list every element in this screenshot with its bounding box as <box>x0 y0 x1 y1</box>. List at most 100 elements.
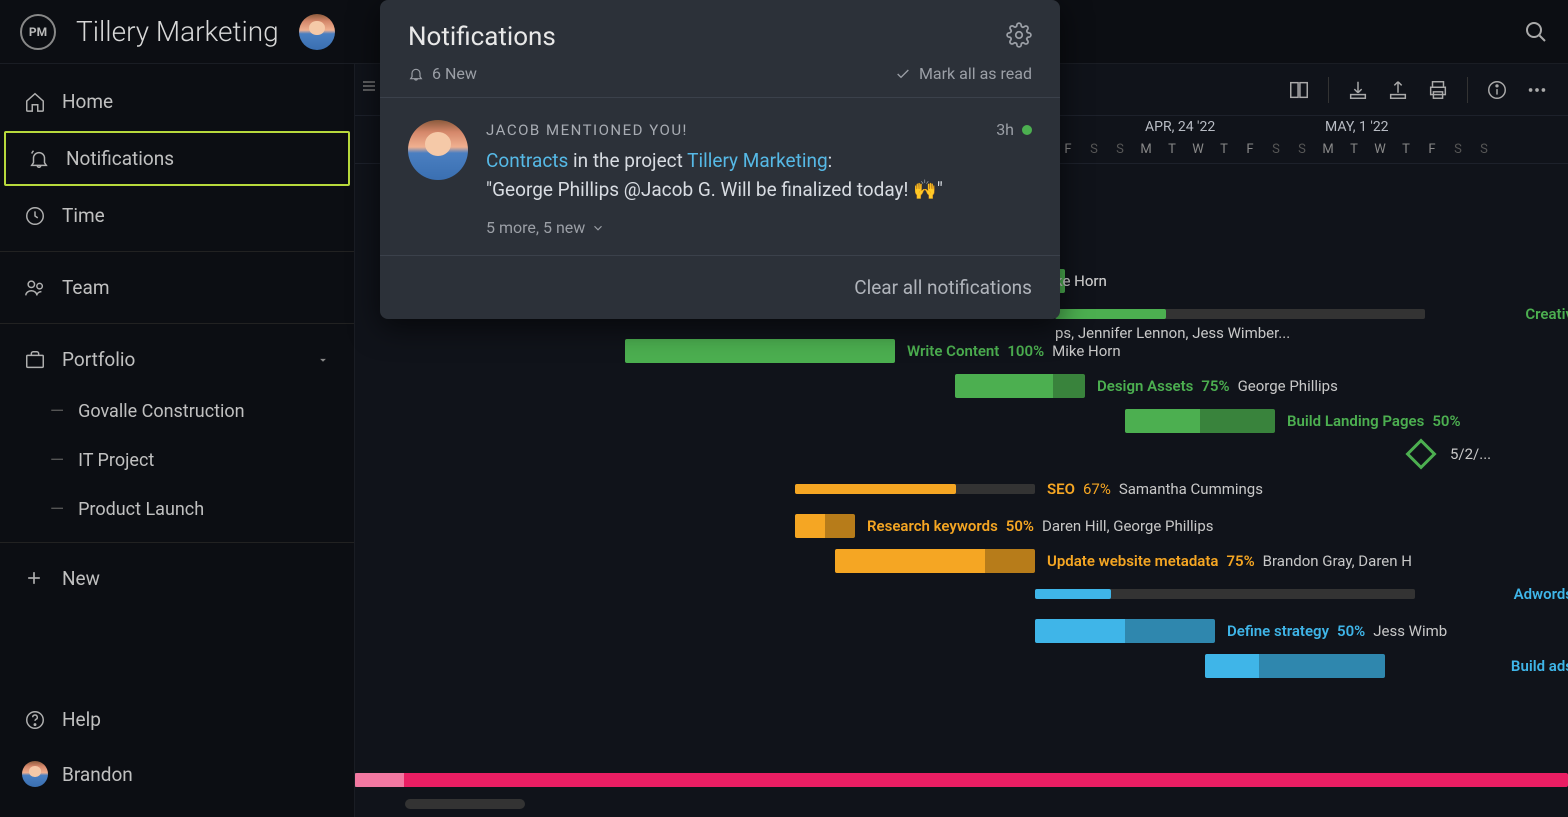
day-label: F <box>1237 142 1263 157</box>
day-label: T <box>1211 142 1237 157</box>
task-label: Update website metadata 75% Brandon Gray… <box>1047 552 1412 570</box>
nav-label: Notifications <box>66 147 174 170</box>
export-icon[interactable] <box>1387 79 1409 101</box>
summary-bar[interactable] <box>795 484 1035 494</box>
app-logo[interactable]: PM <box>20 14 56 50</box>
mark-all-read-button[interactable]: Mark all as read <box>895 64 1032 83</box>
gantt-row: Write Content 100% Mike Horn <box>355 334 1568 368</box>
task-bar[interactable] <box>835 549 1035 573</box>
summary-bar[interactable] <box>1035 589 1415 599</box>
workspace-title[interactable]: Tillery Marketing <box>76 15 279 48</box>
day-label: S <box>1081 142 1107 157</box>
day-label: S <box>1445 142 1471 157</box>
gantt-row: Adwords <box>355 579 1568 613</box>
notif-time: 3h <box>996 120 1014 139</box>
assignee-label: ke Horn <box>1055 272 1107 290</box>
horizontal-scrollbar[interactable] <box>405 799 525 809</box>
nav-help[interactable]: Help <box>0 692 354 747</box>
user-avatar[interactable] <box>299 14 335 50</box>
task-bar[interactable] <box>1125 409 1275 433</box>
day-label: M <box>1315 142 1341 157</box>
task-label: Build Landing Pages 50% <box>1287 412 1461 430</box>
assignee-label: ps, Jennifer Lennon, Jess Wimber... <box>1055 324 1290 342</box>
notif-link-task[interactable]: Contracts <box>486 149 568 172</box>
search-icon[interactable] <box>1524 20 1548 44</box>
nav-label: Team <box>62 276 110 299</box>
day-label: F <box>1419 142 1445 157</box>
info-icon[interactable] <box>1486 79 1508 101</box>
briefcase-icon <box>24 349 46 371</box>
import-icon[interactable] <box>1347 79 1369 101</box>
divider <box>1467 77 1468 103</box>
gantt-row: Define strategy 50% Jess Wimb <box>355 614 1568 648</box>
gantt-row: Design Assets 75% George Phillips <box>355 369 1568 403</box>
notif-link-project[interactable]: Tillery Marketing <box>687 149 827 172</box>
day-label: S <box>1471 142 1497 157</box>
user-name: Brandon <box>62 763 133 786</box>
nav-team[interactable]: Team <box>0 260 354 315</box>
home-icon <box>24 91 46 113</box>
chevron-down-icon <box>316 353 330 367</box>
nav-label: Portfolio <box>62 348 135 371</box>
task-label-clipped: Build ads <box>1511 657 1568 675</box>
nav-label: New <box>62 567 100 590</box>
portfolio-item-launch[interactable]: — Product Launch <box>0 485 354 534</box>
divider <box>0 323 354 324</box>
task-bar[interactable] <box>955 374 1085 398</box>
nav-notifications[interactable]: Notifications <box>4 131 350 186</box>
task-bar[interactable] <box>1205 654 1385 678</box>
print-icon[interactable] <box>1427 79 1449 101</box>
day-label: S <box>1263 142 1289 157</box>
plus-icon <box>24 568 46 590</box>
nav-label: Help <box>62 708 101 731</box>
unread-indicator <box>1022 125 1032 135</box>
bell-icon <box>28 148 50 170</box>
columns-icon[interactable] <box>1288 79 1310 101</box>
project-progress-bar[interactable] <box>355 773 1568 787</box>
task-label: Define strategy 50% Jess Wimb <box>1227 622 1447 640</box>
sub-item-label: Govalle Construction <box>78 401 245 422</box>
gantt-row: Build Landing Pages 50% <box>355 404 1568 438</box>
summary-bar[interactable] <box>1055 309 1425 319</box>
nav-label: Home <box>62 90 113 113</box>
portfolio-item-it[interactable]: — IT Project <box>0 436 354 485</box>
nav-new[interactable]: New <box>0 551 354 606</box>
notif-more-toggle[interactable]: 5 more, 5 new <box>486 218 1032 237</box>
milestone[interactable] <box>1405 438 1436 469</box>
task-label: Write Content 100% Mike Horn <box>907 342 1121 360</box>
notification-item[interactable]: JACOB MENTIONED YOU! 3h Contracts in the… <box>380 98 1060 256</box>
gear-icon[interactable] <box>1006 22 1032 48</box>
day-label: W <box>1185 142 1211 157</box>
notifications-popover: Notifications 6 New Mark all as read JAC… <box>380 0 1060 319</box>
month-label: APR, 24 '22 <box>1145 119 1215 135</box>
bell-icon <box>408 66 424 82</box>
current-user[interactable]: Brandon <box>0 747 354 801</box>
gantt-row: SEO 67% Samantha Cummings <box>355 474 1568 508</box>
task-label-clipped: Creativ <box>1525 305 1568 323</box>
tree-connector: — <box>50 401 64 422</box>
notif-heading: JACOB MENTIONED YOU! <box>486 121 688 139</box>
task-bar[interactable] <box>1035 619 1215 643</box>
day-label: S <box>1289 142 1315 157</box>
task-label: Design Assets 75% George Phillips <box>1097 377 1338 395</box>
day-label: T <box>1393 142 1419 157</box>
day-label: T <box>1341 142 1367 157</box>
clear-all-button[interactable]: Clear all notifications <box>854 276 1032 299</box>
mark-all-label: Mark all as read <box>919 64 1032 83</box>
tree-connector: — <box>50 450 64 471</box>
day-label: M <box>1133 142 1159 157</box>
check-icon <box>895 66 911 82</box>
day-label: W <box>1367 142 1393 157</box>
new-count: 6 New <box>432 64 477 83</box>
portfolio-item-govalle[interactable]: — Govalle Construction <box>0 387 354 436</box>
nav-home[interactable]: Home <box>0 74 354 129</box>
nav-time[interactable]: Time <box>0 188 354 243</box>
gantt-row: 5/2/... <box>355 439 1568 473</box>
nav-portfolio[interactable]: Portfolio <box>0 332 354 387</box>
divider <box>1328 77 1329 103</box>
more-icon[interactable] <box>1526 79 1548 101</box>
task-bar[interactable] <box>625 339 895 363</box>
task-bar[interactable] <box>795 514 855 538</box>
user-avatar <box>22 761 48 787</box>
panel-handle-icon[interactable] <box>361 78 377 100</box>
